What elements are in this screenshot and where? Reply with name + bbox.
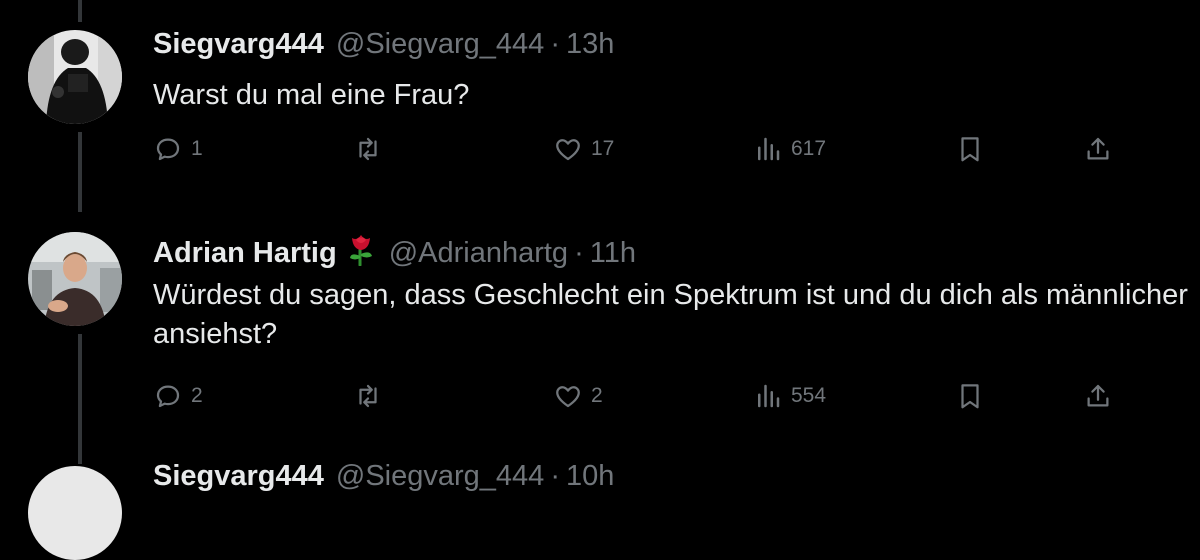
views-count: 617: [791, 137, 827, 160]
separator-dot: ·: [574, 237, 584, 269]
like-icon: [556, 139, 580, 161]
views-count: 554: [791, 384, 827, 407]
tweet-1[interactable]: Siegvarg444 @Siegvarg_444 · 13h Warst du…: [0, 0, 1200, 200]
retweet-icon: [359, 137, 377, 161]
views-button[interactable]: 554: [753, 381, 826, 411]
timestamp[interactable]: 11h: [590, 237, 636, 270]
author-handle[interactable]: @Siegvarg_444: [336, 28, 544, 61]
tweet-3[interactable]: Siegvarg444 @Siegvarg_444 · 10h: [0, 440, 1200, 560]
author-name[interactable]: Siegvarg444: [153, 460, 324, 493]
bookmark-button[interactable]: [955, 134, 985, 164]
bookmark-icon: [961, 137, 979, 162]
like-button[interactable]: 2: [553, 381, 603, 411]
share-icon: [1087, 137, 1109, 160]
reply-icon: [156, 385, 180, 408]
tweet-header: Siegvarg444 @Siegvarg_444 · 13h: [153, 28, 614, 61]
reply-icon: [156, 138, 180, 161]
retweet-button[interactable]: [353, 134, 391, 164]
separator-dot: ·: [550, 28, 560, 60]
rose-emoji: [345, 232, 377, 267]
timestamp[interactable]: 10h: [566, 460, 614, 493]
like-icon: [556, 386, 580, 408]
reply-count: 2: [191, 384, 203, 407]
author-handle[interactable]: @Adrianhartg: [389, 237, 568, 270]
retweet-button[interactable]: [353, 381, 391, 411]
views-button[interactable]: 617: [753, 134, 826, 164]
timestamp[interactable]: 13h: [566, 28, 614, 61]
views-icon: [758, 137, 780, 161]
retweet-icon: [359, 384, 377, 408]
like-count: 17: [591, 137, 615, 160]
author-name[interactable]: Adrian Hartig: [153, 237, 337, 270]
avatar[interactable]: [28, 466, 122, 560]
reply-count: 1: [191, 137, 203, 160]
views-icon: [758, 384, 780, 408]
separator-dot: ·: [550, 460, 560, 492]
bookmark-icon: [961, 384, 979, 409]
like-count: 2: [591, 384, 603, 407]
bookmark-button[interactable]: [955, 381, 985, 411]
author-name[interactable]: Siegvarg444: [153, 28, 324, 61]
share-button[interactable]: [1083, 381, 1113, 411]
action-bar: 2 2 554: [153, 381, 1133, 417]
reply-button[interactable]: 2: [153, 381, 203, 411]
like-button[interactable]: 17: [553, 134, 614, 164]
share-icon: [1087, 384, 1109, 407]
avatar[interactable]: [28, 232, 122, 326]
share-button[interactable]: [1083, 134, 1113, 164]
author-handle[interactable]: @Siegvarg_444: [336, 460, 544, 493]
reply-button[interactable]: 1: [153, 134, 203, 164]
avatar[interactable]: [28, 30, 122, 124]
action-bar: 1 17 617: [153, 134, 1133, 170]
tweet-header: Siegvarg444 @Siegvarg_444 · 10h: [153, 460, 614, 493]
tweet-header: Adrian Hartig @Adrianhartg · 11h: [153, 228, 636, 270]
tweet-text: Würdest du sagen, dass Geschlecht ein Sp…: [153, 279, 1188, 350]
tweet-2[interactable]: Adrian Hartig @Adrianhartg · 11h Würdest…: [0, 210, 1200, 460]
tweet-text: Warst du mal eine Frau?: [153, 79, 470, 111]
